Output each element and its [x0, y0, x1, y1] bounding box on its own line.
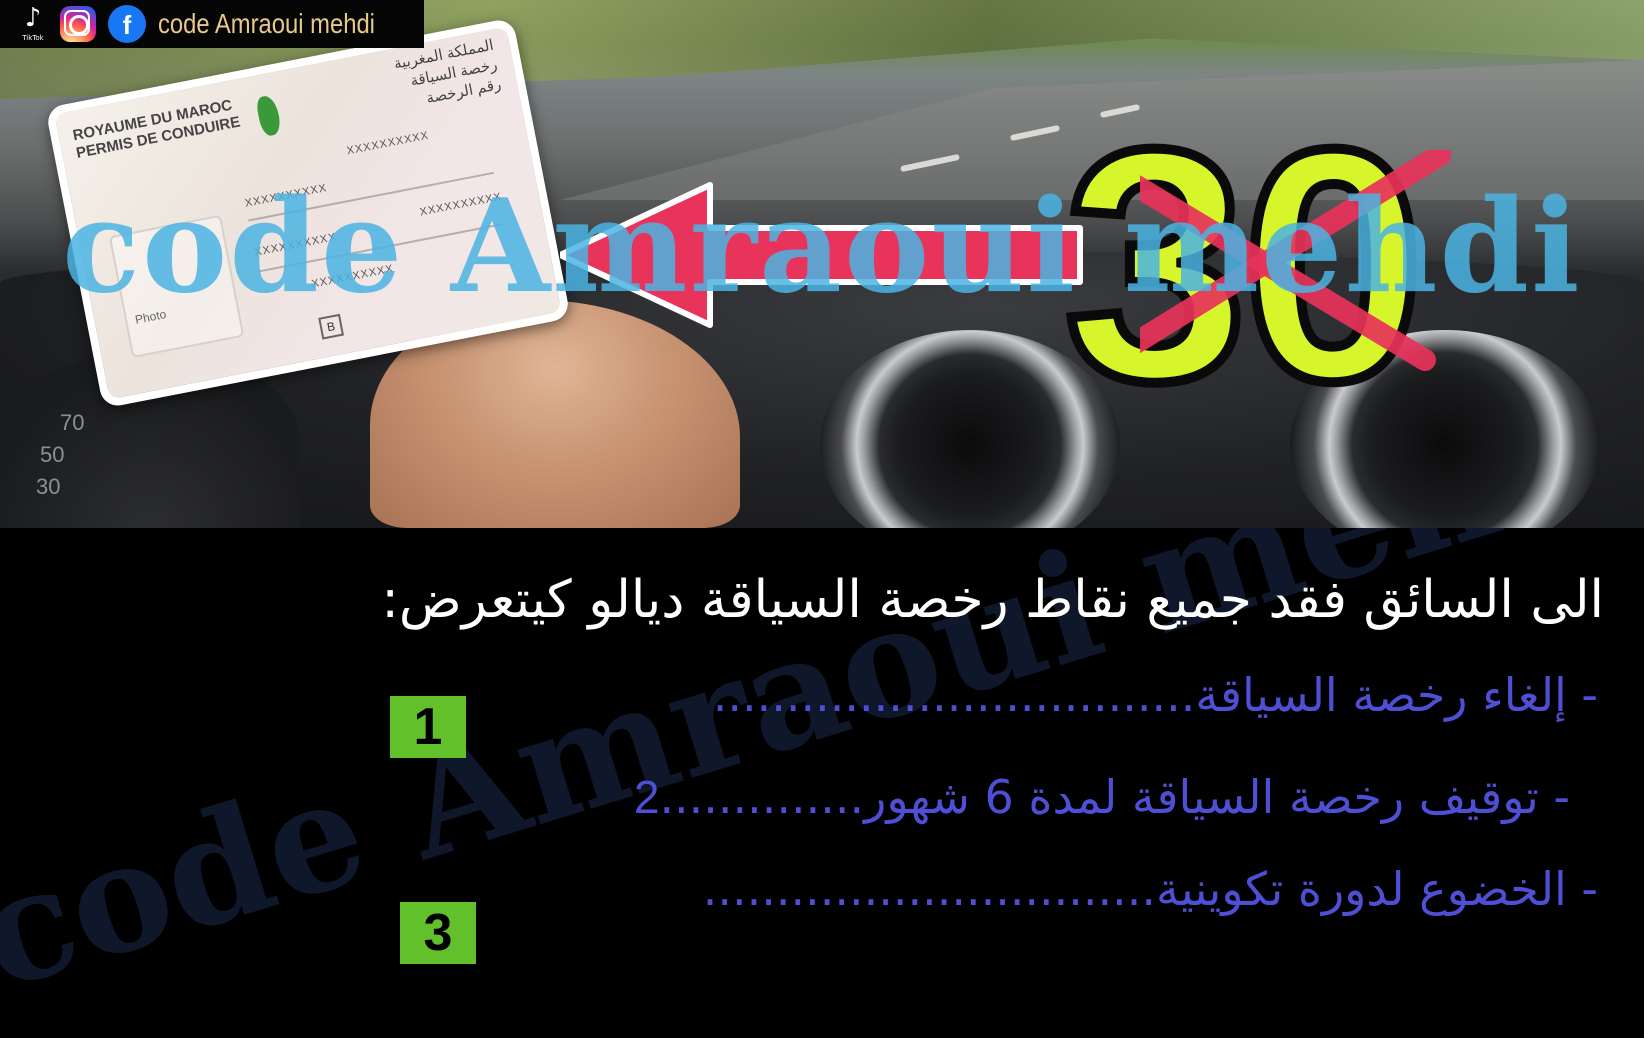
channel-watermark: code Amraoui mehdi — [62, 172, 1582, 322]
option-text: - توقيف رخصة السياقة لمدة 6 شهور — [864, 770, 1570, 824]
option-text: - إلغاء رخصة السياقة — [1195, 668, 1598, 722]
option-dots: ................................. — [712, 668, 1196, 722]
tiktok-icon[interactable]: ♪ TikTok — [18, 4, 48, 44]
license-country-fr: ROYAUME DU MAROC PERMIS DE CONDUIRE — [71, 96, 242, 162]
answer-option-1[interactable]: - إلغاء رخصة السياقة....................… — [713, 668, 1598, 722]
option-text: - الخضوع لدورة تكوينية — [1156, 862, 1598, 916]
question-text: الى السائق فقد جميع نقاط رخصة السياقة دي… — [381, 570, 1604, 630]
answer-option-2[interactable]: - توقيف رخصة السياقة لمدة 6 شهور........… — [634, 770, 1570, 824]
social-bar: ♪ TikTok f code Amraoui mehdi — [0, 0, 424, 48]
facebook-icon[interactable]: f — [108, 5, 146, 43]
answer-badge-1: 1 — [390, 696, 466, 758]
question-panel: code Amraoui mehdi الى السائق فقد جميع ن… — [0, 528, 1644, 1038]
answer-badge-3: 3 — [400, 902, 476, 964]
morocco-map-icon — [255, 94, 283, 138]
option-number: 2 — [633, 771, 660, 823]
answer-option-3[interactable]: - الخضوع لدورة تكوينية..................… — [703, 862, 1598, 916]
option-dots: .............. — [659, 770, 865, 824]
license-number: XXXXXXXXXX — [345, 129, 430, 158]
option-dots: ............................... — [702, 862, 1157, 916]
channel-name: code Amraoui mehdi — [158, 8, 375, 39]
instagram-icon[interactable] — [60, 6, 96, 42]
hero-image: 70 50 30 ROYAUME DU MAROC PERMIS DE COND… — [0, 0, 1644, 528]
